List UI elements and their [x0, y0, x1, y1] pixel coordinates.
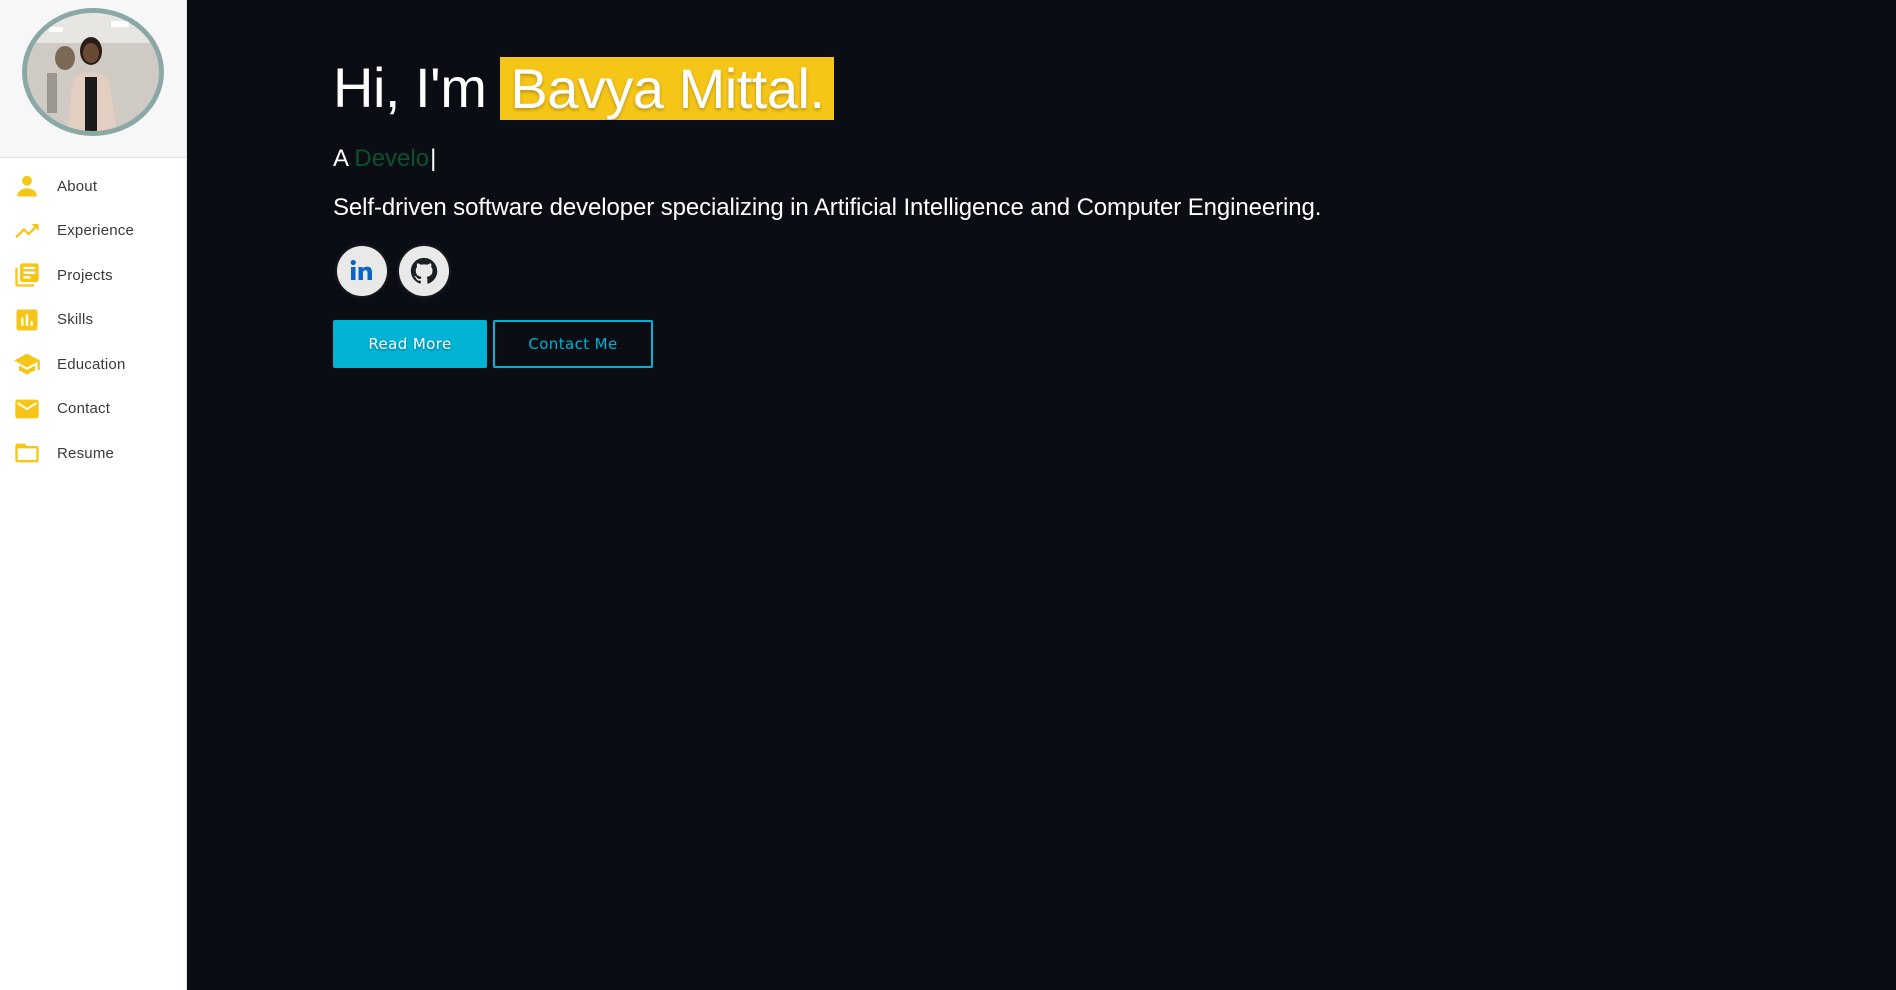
hero-greeting: Hi, I'm — [333, 56, 487, 119]
sidebar-nav: About Experience Projects Skills Educati… — [0, 158, 186, 476]
hero-title: Hi, I'm Bavya Mittal. — [333, 56, 1733, 120]
typing-cursor: | — [430, 145, 437, 172]
hero-buttons: Read More Contact Me — [333, 320, 1733, 368]
contact-me-button[interactable]: Contact Me — [493, 320, 653, 368]
sidebar-item-resume[interactable]: Resume — [0, 431, 186, 476]
avatar-photo — [27, 13, 159, 131]
avatar-container — [0, 0, 186, 158]
folder-icon — [13, 439, 41, 467]
sidebar: About Experience Projects Skills Educati… — [0, 0, 187, 990]
sidebar-item-label: Education — [57, 355, 126, 373]
sidebar-item-education[interactable]: Education — [0, 342, 186, 387]
person-icon — [13, 172, 41, 200]
hero-section: Hi, I'm Bavya Mittal. A Develo| Self-dri… — [333, 56, 1733, 368]
sidebar-item-contact[interactable]: Contact — [0, 387, 186, 432]
sidebar-item-label: Contact — [57, 400, 111, 418]
avatar[interactable] — [22, 8, 164, 136]
sidebar-item-label: Skills — [57, 311, 94, 329]
hero-tagline: A Develo| — [333, 143, 1733, 175]
hero-description: Self-driven software developer specializ… — [333, 194, 1322, 221]
bar-chart-icon — [13, 306, 41, 334]
trending-up-icon — [13, 217, 41, 245]
tagline-prefix: A — [333, 145, 348, 172]
sidebar-item-skills[interactable]: Skills — [0, 298, 186, 343]
sidebar-item-label: About — [57, 177, 98, 195]
tagline-typed-text: Develo — [354, 145, 430, 172]
sidebar-item-label: Resume — [57, 444, 115, 462]
sidebar-item-label: Projects — [57, 266, 113, 284]
linkedin-link[interactable] — [337, 246, 387, 296]
school-icon — [13, 350, 41, 378]
hero-name: Bavya Mittal. — [500, 56, 835, 120]
sidebar-item-about[interactable]: About — [0, 164, 186, 209]
github-link[interactable] — [399, 246, 449, 296]
mail-icon — [13, 395, 41, 423]
read-more-button[interactable]: Read More — [333, 320, 487, 368]
sidebar-item-projects[interactable]: Projects — [0, 253, 186, 298]
social-links — [333, 246, 1733, 296]
main-content: Hi, I'm Bavya Mittal. A Develo| Self-dri… — [188, 0, 1896, 990]
github-icon — [410, 257, 438, 284]
sidebar-item-experience[interactable]: Experience — [0, 209, 186, 254]
linkedin-icon — [350, 259, 372, 280]
library-books-icon — [13, 261, 41, 289]
sidebar-item-label: Experience — [57, 222, 135, 240]
